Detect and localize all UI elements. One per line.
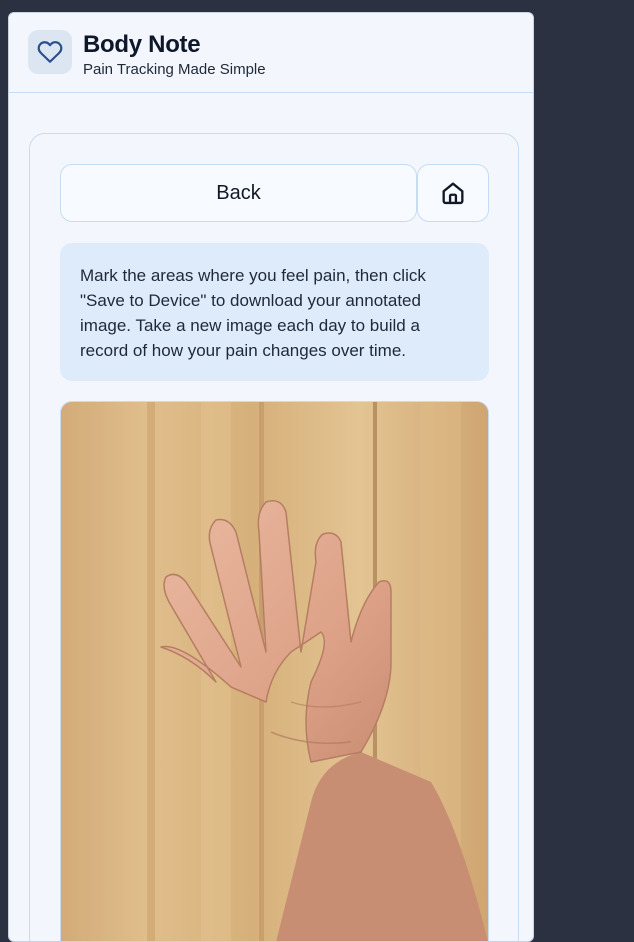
main-card: Back Mark the areas where you feel pain,…	[29, 133, 519, 941]
app-header: Body Note Pain Tracking Made Simple	[9, 13, 533, 93]
instructions-box: Mark the areas where you feel pain, then…	[60, 243, 489, 381]
home-button[interactable]	[417, 164, 489, 222]
app-title: Body Note	[83, 31, 201, 58]
app-window: Body Note Pain Tracking Made Simple Back…	[8, 12, 534, 942]
hand-photo	[61, 402, 488, 941]
heart-icon	[37, 41, 63, 63]
annotation-canvas[interactable]	[60, 401, 489, 941]
logo	[28, 30, 72, 74]
home-icon	[442, 182, 464, 205]
back-button[interactable]: Back	[60, 164, 417, 222]
app-subtitle: Pain Tracking Made Simple	[83, 61, 266, 78]
